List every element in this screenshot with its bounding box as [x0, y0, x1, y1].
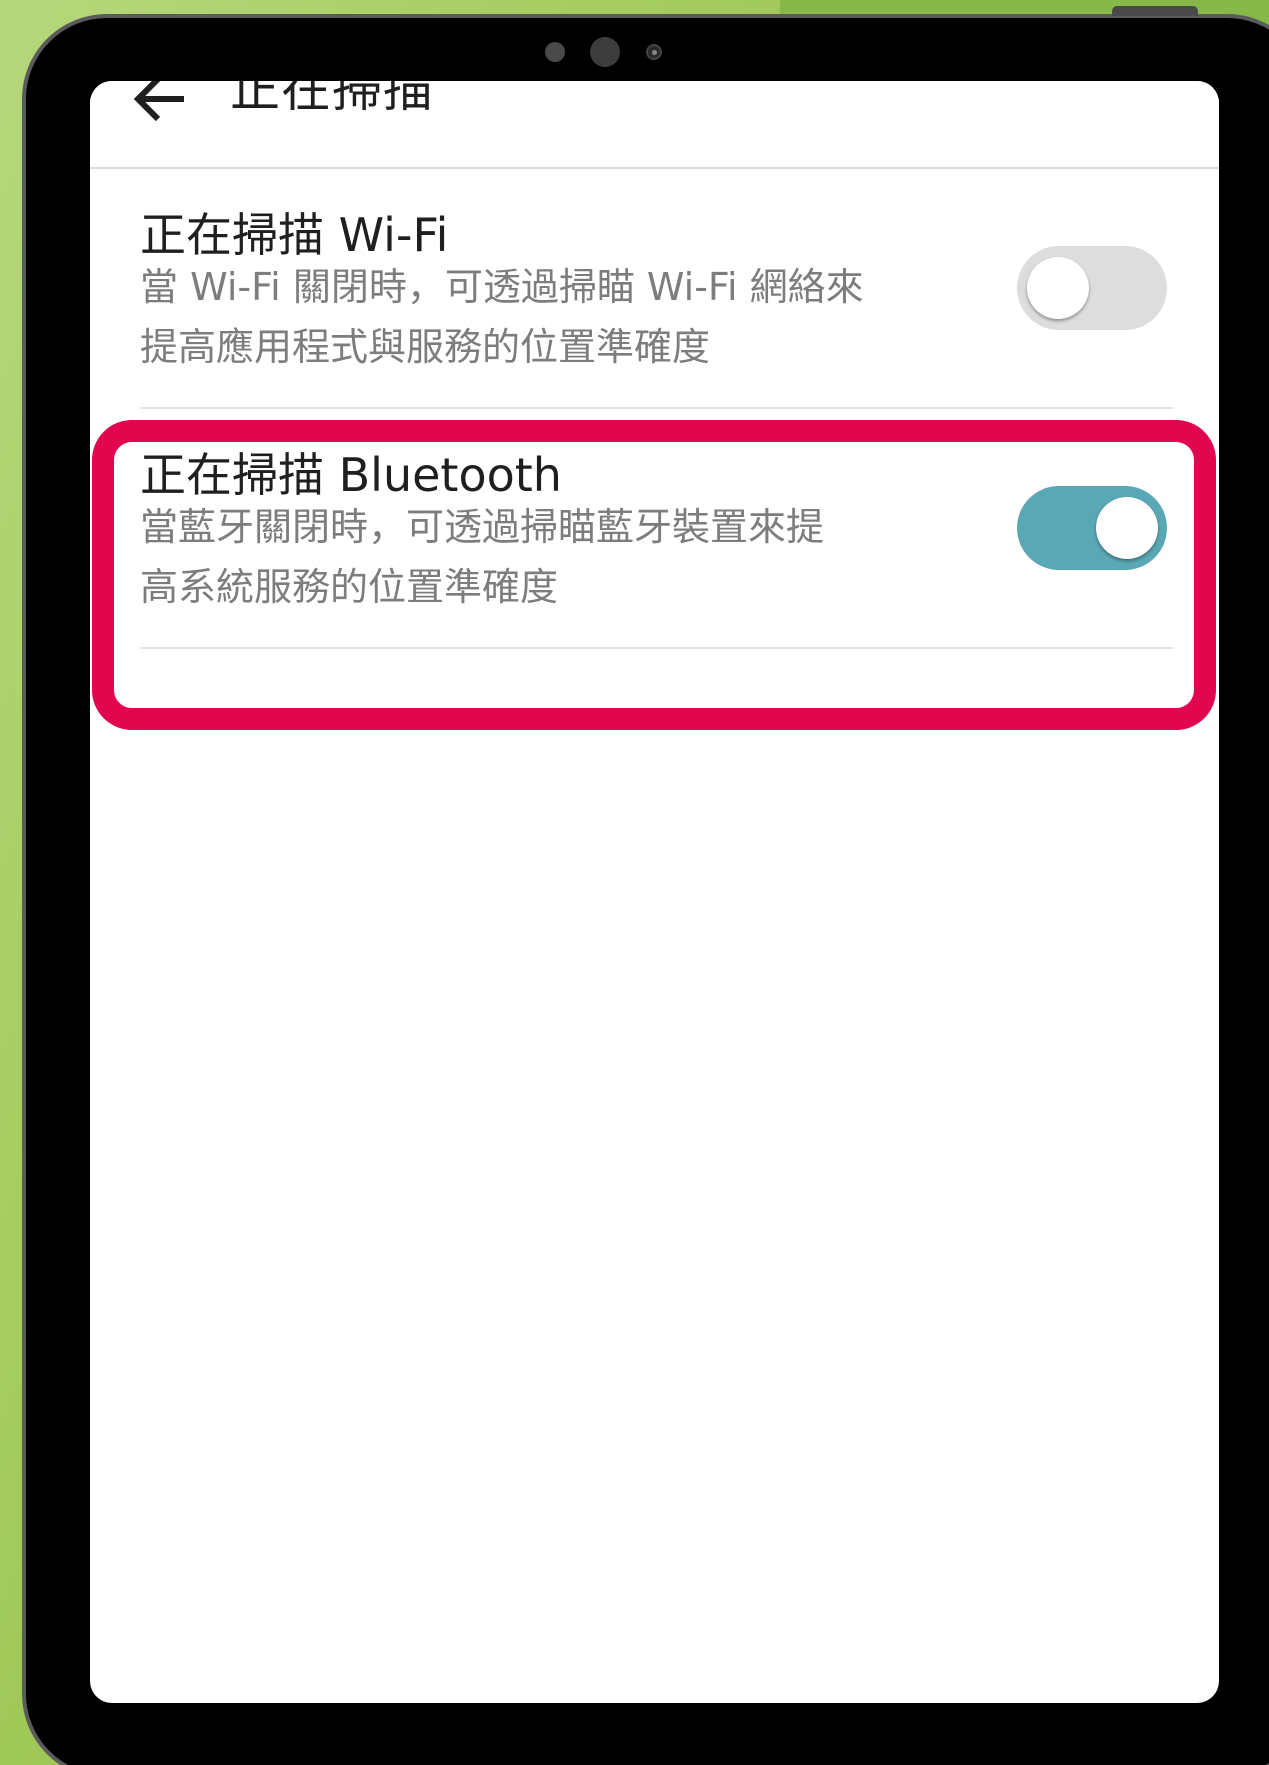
- divider: [140, 407, 1173, 409]
- wifi-scanning-toggle[interactable]: [1017, 246, 1167, 330]
- camera-lens-icon: [646, 44, 662, 60]
- wifi-description-line-1: 當 Wi-Fi 關閉時，可透過掃瞄 Wi-Fi 網絡來: [140, 265, 864, 309]
- back-arrow-icon[interactable]: [130, 81, 190, 129]
- wifi-description-line-2: 提高應用程式與服務的位置準確度: [140, 325, 711, 369]
- app-bar: 正在掃描: [90, 81, 1219, 169]
- sensor-icon: [545, 42, 565, 62]
- toggle-knob: [1027, 257, 1089, 319]
- screen: 正在掃描 正在掃描 Wi-Fi 當 Wi-Fi 關閉時，可透過掃瞄 Wi-Fi …: [90, 81, 1219, 1703]
- front-camera-icon: [590, 37, 620, 67]
- highlight-box: [92, 420, 1216, 730]
- wifi-scanning-title: 正在掃描 Wi-Fi: [140, 208, 449, 262]
- tablet-side-button: [1112, 6, 1198, 16]
- page-title: 正在掃描: [230, 81, 434, 118]
- wifi-scanning-description: 當 Wi-Fi 關閉時，可透過掃瞄 Wi-Fi 網絡來 提高應用程式與服務的位置…: [140, 257, 970, 377]
